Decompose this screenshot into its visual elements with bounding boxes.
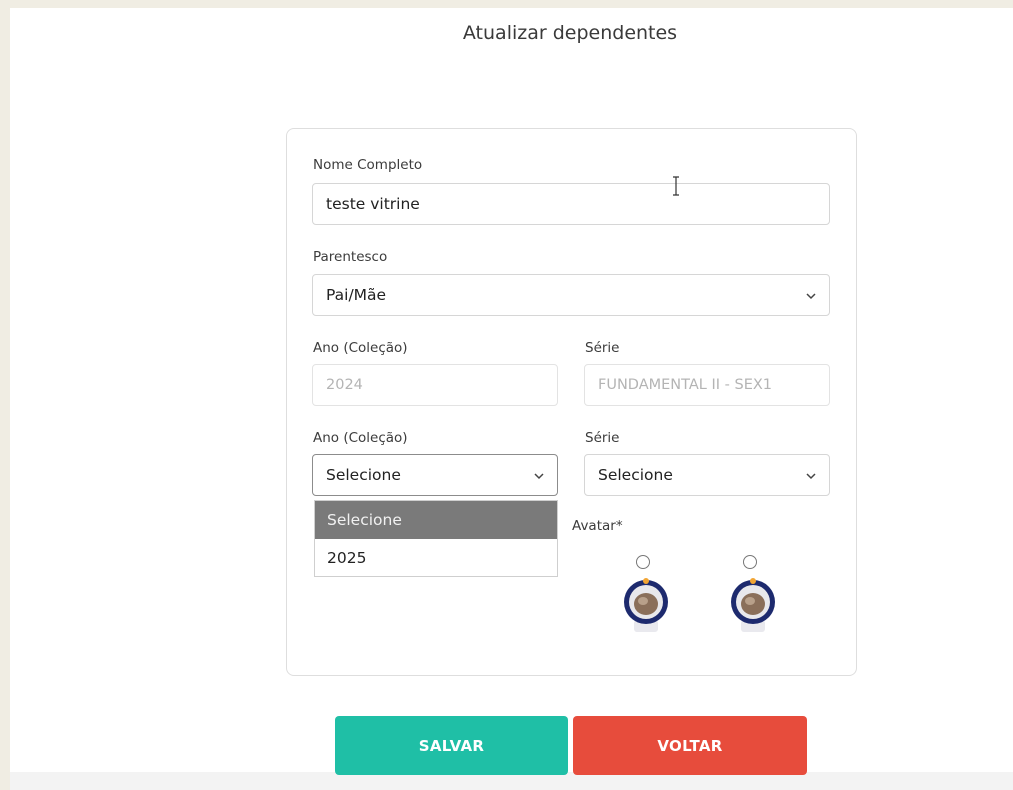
parentesco-value: Pai/Mãe bbox=[326, 286, 387, 304]
avatar-radio-1[interactable] bbox=[636, 555, 650, 569]
ano-novo-value: Selecione bbox=[326, 466, 401, 484]
nome-label: Nome Completo bbox=[313, 157, 423, 173]
serie-atual-value: FUNDAMENTAL II - SEX1 bbox=[598, 377, 773, 393]
chevron-down-icon bbox=[806, 293, 816, 300]
ano-option-2025[interactable]: 2025 bbox=[315, 539, 557, 577]
astronaut-avatar-icon[interactable] bbox=[721, 572, 785, 634]
save-button[interactable]: SALVAR bbox=[335, 716, 568, 775]
ano-atual-input: 2024 bbox=[312, 364, 558, 406]
nome-value: teste vitrine bbox=[326, 195, 420, 213]
back-button[interactable]: VOLTAR bbox=[573, 716, 807, 775]
parentesco-select[interactable]: Pai/Mãe bbox=[312, 274, 830, 316]
parentesco-label: Parentesco bbox=[313, 249, 388, 265]
serie-nova-select[interactable]: Selecione bbox=[584, 454, 830, 496]
ano-novo-label: Ano (Coleção) bbox=[313, 430, 408, 446]
nome-input[interactable]: teste vitrine bbox=[312, 183, 830, 225]
ano-atual-value: 2024 bbox=[326, 377, 363, 393]
serie-nova-value: Selecione bbox=[598, 466, 673, 484]
ano-atual-label: Ano (Coleção) bbox=[313, 340, 408, 356]
astronaut-avatar-icon[interactable] bbox=[614, 572, 678, 634]
ano-novo-select[interactable]: Selecione bbox=[312, 454, 558, 496]
ano-option-selecione[interactable]: Selecione bbox=[315, 501, 557, 539]
chevron-down-icon bbox=[534, 473, 544, 480]
avatar-radio-2[interactable] bbox=[743, 555, 757, 569]
text-cursor-icon bbox=[673, 176, 679, 196]
serie-nova-label: Série bbox=[585, 430, 620, 446]
serie-atual-label: Série bbox=[585, 340, 620, 356]
avatar-label: Avatar* bbox=[572, 518, 623, 534]
chevron-down-icon bbox=[806, 473, 816, 480]
ano-dropdown-list: Selecione 2025 bbox=[314, 500, 558, 577]
serie-atual-input: FUNDAMENTAL II - SEX1 bbox=[584, 364, 830, 406]
page-title: Atualizar dependentes bbox=[462, 22, 678, 44]
